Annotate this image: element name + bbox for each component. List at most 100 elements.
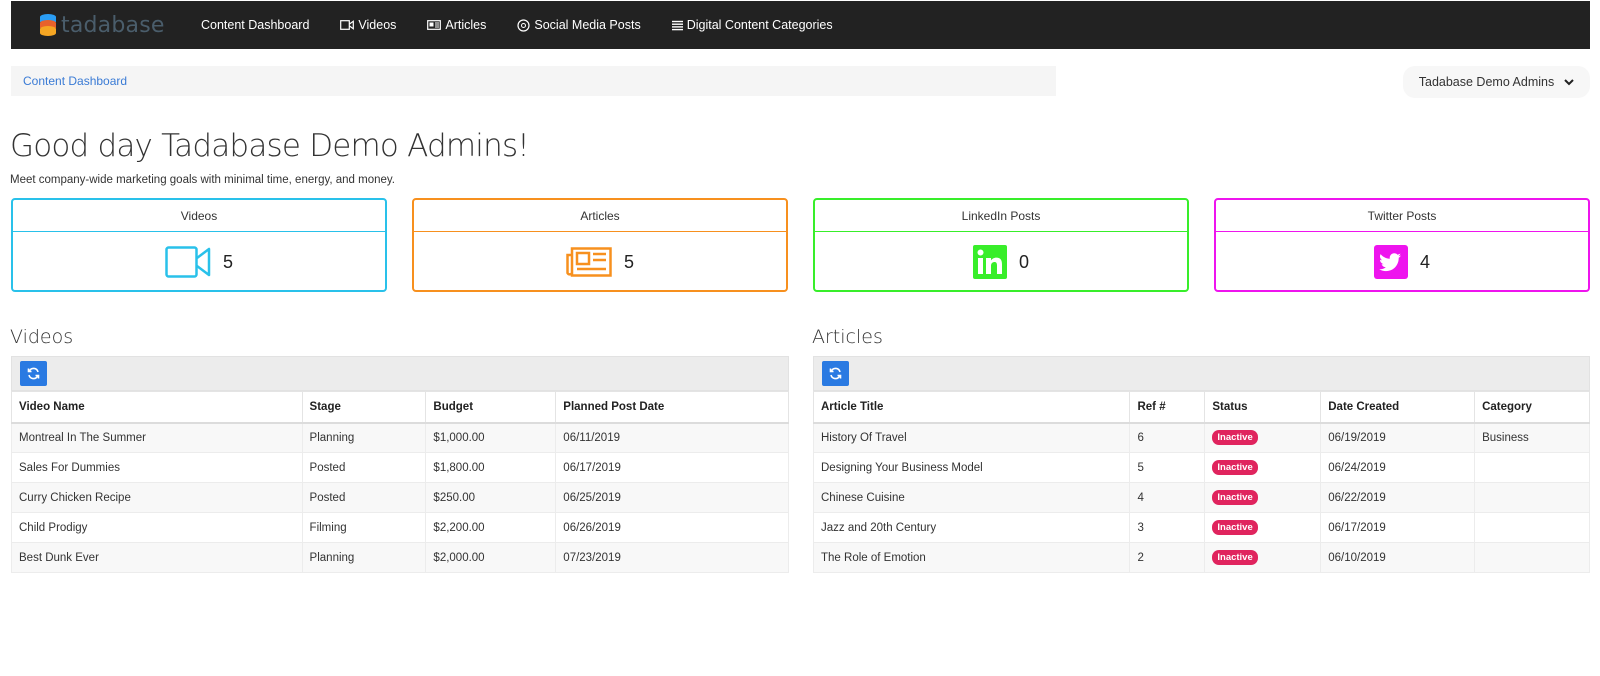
table-cell (1474, 482, 1590, 513)
card-value: 0 (1018, 251, 1029, 272)
card-title: Articles (414, 200, 786, 232)
table-row[interactable]: Curry Chicken Recipe Posted $250.00 06/25/2… (11, 482, 789, 513)
articles-table-panel: Article Title Ref # Status Date Created … (812, 356, 1590, 573)
table-cell: 06/10/2019 (1320, 542, 1476, 573)
page-subtitle: Meet company-wide marketing goals with m… (10, 174, 395, 186)
table-row[interactable]: Jazz and 20th Century 3 Inactive 06/17/2019 (812, 512, 1590, 543)
column-header[interactable]: Stage (301, 391, 427, 424)
status-badge: Inactive (1212, 490, 1258, 505)
column-header[interactable]: Planned Post Date (555, 391, 789, 424)
column-header[interactable]: Category (1474, 391, 1590, 424)
social-icon (517, 18, 530, 32)
column-header[interactable]: Ref # (1129, 391, 1206, 424)
articles-refresh-button[interactable] (822, 361, 849, 386)
database-icon (40, 14, 56, 36)
video-icon (340, 20, 355, 30)
table-cell: Child Prodigy (11, 512, 303, 543)
table-cell: 06/19/2019 (1320, 422, 1476, 453)
nav-item-label: Digital Content Categories (686, 18, 833, 32)
nav-content-dashboard[interactable]: Content Dashboard (201, 18, 309, 32)
column-header[interactable]: Video Name (11, 391, 303, 424)
table-cell: History Of Travel (812, 422, 1131, 453)
table-cell (1474, 542, 1590, 573)
video-icon (165, 246, 211, 278)
videos-refresh-button[interactable] (20, 361, 47, 386)
table-row[interactable]: Best Dunk Ever Planning $2,000.00 07/23/201… (11, 542, 789, 573)
table-cell: 06/24/2019 (1320, 452, 1476, 483)
list-icon (671, 20, 683, 30)
table-cell: 3 (1129, 512, 1206, 543)
table-cell: Inactive (1204, 482, 1322, 513)
stat-card-linkedin: LinkedIn Posts 0 (813, 198, 1189, 292)
chevron-down-icon (1564, 78, 1574, 85)
page-title: Good day Tadabase Demo Admins! (10, 128, 530, 164)
table-cell: Inactive (1204, 512, 1322, 543)
nav-articles[interactable]: Articles (427, 18, 486, 32)
table-cell: 06/11/2019 (555, 422, 789, 453)
breadcrumb-link[interactable]: Content Dashboard (23, 74, 127, 88)
table-cell: Sales For Dummies (11, 452, 303, 483)
card-title: LinkedIn Posts (815, 200, 1187, 232)
status-badge: Inactive (1212, 520, 1258, 535)
table-cell: $2,000.00 (425, 542, 557, 573)
nav-item-label: Videos (358, 18, 397, 32)
table-cell: Posted (301, 482, 427, 513)
table-cell: $1,000.00 (425, 422, 557, 453)
table-cell: Curry Chicken Recipe (11, 482, 303, 513)
nav-videos[interactable]: Videos (340, 18, 396, 32)
stat-card-videos: Videos 5 (11, 198, 387, 292)
status-badge: Inactive (1212, 550, 1258, 565)
table-row[interactable]: History Of Travel 6 Inactive 06/19/2019 Busi… (812, 422, 1590, 453)
table-row[interactable]: The Role of Emotion 2 Inactive 06/10/2019 (812, 542, 1590, 573)
articles-table: Article Title Ref # Status Date Created … (812, 391, 1590, 573)
table-cell: Designing Your Business Model (812, 452, 1131, 483)
table-cell: $250.00 (425, 482, 557, 513)
table-row[interactable]: Child Prodigy Filming $2,200.00 06/26/2019 (11, 512, 789, 543)
column-header[interactable]: Status (1204, 391, 1322, 424)
twitter-icon (1373, 245, 1408, 279)
table-cell: Business (1474, 422, 1590, 453)
table-cell: 06/26/2019 (555, 512, 789, 543)
table-cell: 2 (1129, 542, 1206, 573)
card-title: Twitter Posts (1216, 200, 1588, 232)
stat-card-articles: Articles 5 (412, 198, 788, 292)
table-cell (1474, 452, 1590, 483)
table-cell (1474, 512, 1590, 543)
column-header[interactable]: Date Created (1320, 391, 1476, 424)
table-cell: 07/23/2019 (555, 542, 789, 573)
videos-section-title: Videos (10, 326, 74, 348)
user-menu-dropdown[interactable]: Tadabase Demo Admins (1403, 66, 1590, 98)
table-row[interactable]: Montreal In The Summer Planning $1,000.00 0… (11, 422, 789, 453)
table-row[interactable]: Designing Your Business Model 5 Inactive 06… (812, 452, 1590, 483)
brand-name: tadabase (61, 12, 165, 38)
status-badge: Inactive (1212, 460, 1258, 475)
column-header[interactable]: Budget (425, 391, 557, 424)
nav-digital-content-categories[interactable]: Digital Content Categories (671, 18, 833, 32)
table-cell: Best Dunk Ever (11, 542, 303, 573)
table-cell: 5 (1129, 452, 1206, 483)
newspaper-icon (427, 20, 442, 30)
table-cell: 06/17/2019 (1320, 512, 1476, 543)
breadcrumb: Content Dashboard (11, 66, 1056, 96)
nav-social-media-posts[interactable]: Social Media Posts (517, 18, 641, 32)
table-cell: The Role of Emotion (812, 542, 1131, 573)
table-cell: Montreal In The Summer (11, 422, 303, 453)
card-value: 5 (623, 251, 634, 272)
table-row[interactable]: Sales For Dummies Posted $1,800.00 06/17/20… (11, 452, 789, 483)
table-cell: Chinese Cuisine (812, 482, 1131, 513)
stat-card-twitter: Twitter Posts 4 (1214, 198, 1590, 292)
table-cell: Planning (301, 422, 427, 453)
refresh-icon (27, 367, 40, 380)
table-cell: Inactive (1204, 452, 1322, 483)
table-row[interactable]: Chinese Cuisine 4 Inactive 06/22/2019 (812, 482, 1590, 513)
table-cell: $2,200.00 (425, 512, 557, 543)
table-cell: Inactive (1204, 542, 1322, 573)
table-header-row: Article Title Ref # Status Date Created … (812, 391, 1590, 424)
card-value: 5 (222, 251, 233, 272)
table-cell: Posted (301, 452, 427, 483)
table-cell: Jazz and 20th Century (812, 512, 1131, 543)
newspaper-icon (566, 247, 612, 277)
table-cell: 06/22/2019 (1320, 482, 1476, 513)
brand-logo[interactable]: tadabase (39, 13, 189, 38)
column-header[interactable]: Article Title (812, 391, 1131, 424)
